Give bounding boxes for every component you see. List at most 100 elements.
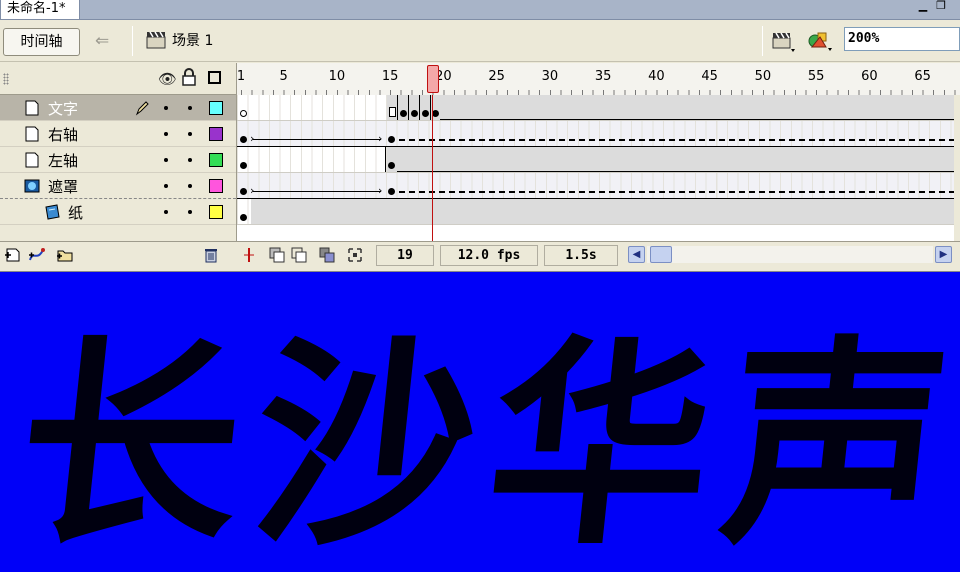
scene-clapper-icon bbox=[146, 31, 166, 49]
frame-row[interactable] bbox=[237, 95, 954, 121]
empty-frame-region bbox=[387, 95, 954, 120]
stage-character[interactable]: 声 bbox=[708, 268, 960, 572]
frame-end-marker bbox=[389, 107, 396, 117]
layer-color-swatch[interactable] bbox=[209, 205, 223, 219]
frame-rate-display[interactable]: 12.0 fps bbox=[440, 245, 538, 266]
vertical-scrollbar[interactable] bbox=[954, 95, 960, 241]
keyframe[interactable] bbox=[240, 214, 247, 221]
document-tab[interactable]: 未命名-1* bbox=[0, 0, 81, 20]
scroll-left-icon[interactable]: ◀ bbox=[628, 246, 645, 263]
keyframe[interactable] bbox=[388, 188, 395, 195]
keyframe[interactable] bbox=[411, 110, 418, 117]
keyframe-divider bbox=[385, 147, 386, 172]
center-frame-icon[interactable] bbox=[240, 246, 258, 264]
visible-dot[interactable] bbox=[164, 132, 168, 136]
restore-icon[interactable]: ❐ bbox=[934, 0, 948, 12]
back-arrow-icon[interactable]: ⇐ bbox=[95, 31, 109, 51]
scroll-right-icon[interactable]: ▶ bbox=[935, 246, 952, 263]
eye-icon[interactable]: 👁 bbox=[158, 70, 177, 88]
timeline-toggle-button[interactable]: 时间轴 bbox=[3, 28, 80, 56]
layer-row-mask[interactable]: 遮罩 bbox=[0, 173, 236, 199]
lock-dot[interactable] bbox=[188, 106, 192, 110]
edit-symbol-icon[interactable] bbox=[806, 29, 834, 53]
horizontal-scroll-track[interactable] bbox=[647, 246, 933, 263]
layer-row-text[interactable]: 文字 bbox=[0, 95, 236, 121]
stage-character[interactable]: 沙 bbox=[238, 268, 506, 572]
visible-dot[interactable] bbox=[164, 158, 168, 162]
keyframe[interactable] bbox=[400, 110, 407, 117]
frame-row[interactable] bbox=[237, 199, 954, 225]
ruler-number: 40 bbox=[648, 69, 665, 84]
layer-row-right-axis[interactable]: 右轴 bbox=[0, 121, 236, 147]
layer-name: 遮罩 bbox=[48, 178, 79, 196]
insert-layer-icon[interactable] bbox=[4, 246, 22, 264]
keyframe-divider bbox=[397, 95, 398, 120]
lock-dot[interactable] bbox=[188, 210, 192, 214]
keyframe-divider bbox=[408, 95, 409, 120]
stage-canvas[interactable]: 长 沙 华 声 bbox=[0, 272, 960, 572]
panel-grip[interactable] bbox=[3, 73, 9, 85]
layer-row-left-axis[interactable]: 左轴 bbox=[0, 147, 236, 173]
playhead[interactable] bbox=[427, 65, 439, 93]
keyframe[interactable] bbox=[422, 110, 429, 117]
layer-color-swatch[interactable] bbox=[209, 101, 223, 115]
ruler-number: 10 bbox=[328, 69, 346, 84]
visible-dot[interactable] bbox=[164, 106, 168, 110]
edit-bar: 时间轴 ⇐ 场景 1 200% bbox=[0, 20, 960, 62]
keyframe[interactable] bbox=[432, 110, 439, 117]
modify-onion-markers-icon[interactable] bbox=[346, 246, 364, 264]
layer-color-swatch[interactable] bbox=[209, 153, 223, 167]
minimize-icon[interactable]: ▁ bbox=[916, 0, 930, 12]
keyframe-divider bbox=[419, 95, 420, 120]
lock-dot[interactable] bbox=[188, 132, 192, 136]
tween-arrow-icon: › bbox=[378, 132, 383, 145]
ruler-number: 30 bbox=[541, 69, 559, 84]
ruler-number: 25 bbox=[488, 69, 505, 84]
visible-dot[interactable] bbox=[164, 210, 168, 214]
ruler-number: 1 bbox=[236, 69, 246, 84]
zoom-input[interactable]: 200% bbox=[844, 27, 960, 51]
lock-dot[interactable] bbox=[188, 184, 192, 188]
onion-skin-icon[interactable] bbox=[268, 246, 286, 264]
edit-multiple-frames-icon[interactable] bbox=[318, 246, 336, 264]
timeline-footer: 19 12.0 fps 1.5s ◀ ▶ bbox=[0, 241, 960, 268]
keyframe[interactable] bbox=[388, 136, 395, 143]
edit-scene-icon[interactable] bbox=[772, 31, 796, 53]
keyframe[interactable] bbox=[388, 162, 395, 169]
layer-color-swatch[interactable] bbox=[209, 179, 223, 193]
onion-skin-outlines-icon[interactable] bbox=[290, 246, 308, 264]
current-frame-display: 19 bbox=[376, 245, 434, 266]
insert-folder-icon[interactable] bbox=[56, 246, 74, 264]
stage-character[interactable]: 长 bbox=[3, 268, 271, 572]
ruler-number: 55 bbox=[807, 69, 825, 84]
outline-icon[interactable] bbox=[208, 71, 221, 84]
motion-tween-line bbox=[253, 191, 381, 192]
timeline-header: 👁 1 5 10 15 20 25 30 35 40 45 50 55 60 65 bbox=[0, 63, 960, 95]
frame-grid[interactable]: › › › › bbox=[236, 95, 954, 241]
add-motion-guide-icon[interactable] bbox=[28, 246, 46, 264]
layer-color-swatch[interactable] bbox=[209, 127, 223, 141]
ruler-number: 35 bbox=[594, 69, 612, 84]
layer-row-paper[interactable]: 纸 bbox=[0, 199, 236, 225]
visible-dot[interactable] bbox=[164, 184, 168, 188]
ruler-number: 5 bbox=[279, 69, 288, 84]
blank-keyframe[interactable] bbox=[240, 110, 247, 117]
delete-layer-icon[interactable] bbox=[202, 246, 220, 264]
layer-list: 文字 右轴 左轴 遮罩 纸 bbox=[0, 95, 236, 241]
empty-frame-region bbox=[251, 199, 954, 224]
frame-ruler[interactable]: 1 5 10 15 20 25 30 35 40 45 50 55 60 65 bbox=[236, 63, 960, 95]
keyframe[interactable] bbox=[240, 188, 247, 195]
frame-row[interactable] bbox=[237, 147, 954, 173]
layer-name: 左轴 bbox=[48, 152, 79, 170]
keyframe[interactable] bbox=[240, 162, 247, 169]
frame-extent-line bbox=[440, 119, 954, 120]
lock-dot[interactable] bbox=[188, 158, 192, 162]
layer-icon bbox=[25, 126, 39, 142]
playhead-line bbox=[432, 95, 433, 241]
keyframe[interactable] bbox=[240, 136, 247, 143]
lock-icon[interactable] bbox=[182, 68, 196, 86]
stage-character[interactable]: 华 bbox=[473, 268, 741, 572]
frame-row[interactable]: › › bbox=[237, 173, 954, 199]
horizontal-scroll-thumb[interactable] bbox=[650, 246, 672, 263]
frame-row[interactable]: › › bbox=[237, 121, 954, 147]
